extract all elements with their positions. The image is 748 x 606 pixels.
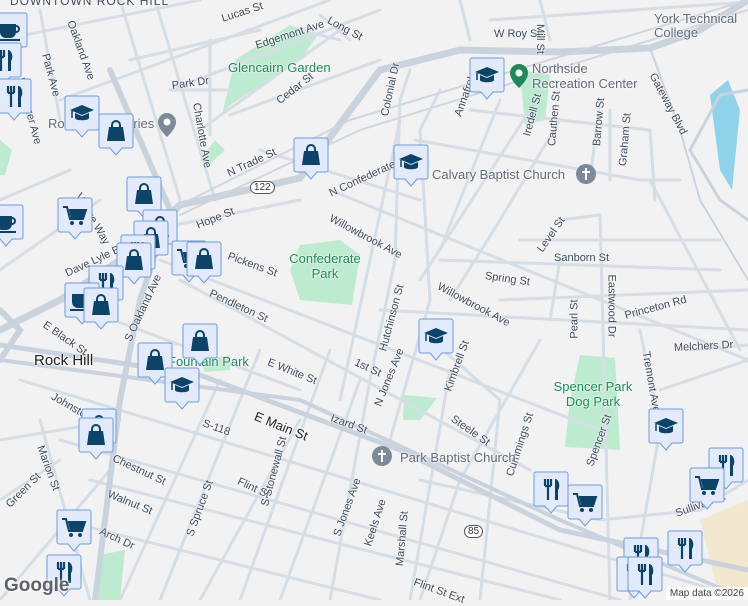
- shopping-marker[interactable]: [78, 417, 114, 461]
- street-label: Eastwood Dr: [605, 274, 618, 338]
- poi-label[interactable]: Calvary Baptist Church: [432, 167, 565, 182]
- shopping-marker[interactable]: [98, 113, 134, 157]
- google-logo: Google: [4, 575, 70, 596]
- street-label: Pearl St: [568, 299, 581, 339]
- recreation-pin-icon[interactable]: [508, 63, 530, 89]
- restaurant-marker[interactable]: [0, 78, 32, 122]
- school-marker[interactable]: [393, 144, 429, 188]
- pond: [710, 80, 740, 190]
- grocery-marker[interactable]: [689, 467, 725, 511]
- shopping-marker[interactable]: [293, 137, 329, 181]
- cafe-marker[interactable]: [0, 204, 24, 248]
- grocery-marker[interactable]: [567, 484, 603, 528]
- school-marker[interactable]: [164, 367, 200, 411]
- park-label: Glencairn Garden: [228, 60, 331, 75]
- neighborhood-label: DOWNTOWN ROCK HILL: [10, 0, 170, 8]
- shopping-marker[interactable]: [182, 323, 218, 367]
- shopping-marker[interactable]: [83, 287, 119, 331]
- restaurant-marker[interactable]: [533, 471, 569, 515]
- school-marker[interactable]: [418, 318, 454, 362]
- school-marker[interactable]: [64, 95, 100, 139]
- grocery-marker[interactable]: [57, 197, 93, 241]
- street-label: Mill St: [534, 24, 546, 54]
- park-label: Spencer Park Dog Park: [553, 379, 633, 409]
- school-marker[interactable]: [648, 408, 684, 452]
- restaurant-marker[interactable]: [667, 530, 703, 574]
- route-shield: 122: [250, 181, 275, 194]
- poi-label[interactable]: Northside Recreation Center: [532, 61, 652, 91]
- poi-label[interactable]: York Technical College: [654, 12, 744, 40]
- poi-label[interactable]: Park Baptist Church: [400, 450, 516, 465]
- place-pin-icon[interactable]: [156, 112, 178, 138]
- route-shield: 85: [464, 525, 484, 538]
- church-icon[interactable]: [371, 445, 393, 471]
- restaurant-marker[interactable]: [627, 556, 663, 600]
- shopping-marker[interactable]: [186, 241, 222, 285]
- map-attribution[interactable]: Map data ©2026: [665, 587, 748, 600]
- grocery-marker[interactable]: [56, 509, 92, 553]
- school-marker[interactable]: [469, 57, 505, 101]
- park-label: Confederate Park: [289, 251, 361, 281]
- church-icon[interactable]: [575, 163, 597, 189]
- street-label: Sanborn St: [554, 252, 610, 264]
